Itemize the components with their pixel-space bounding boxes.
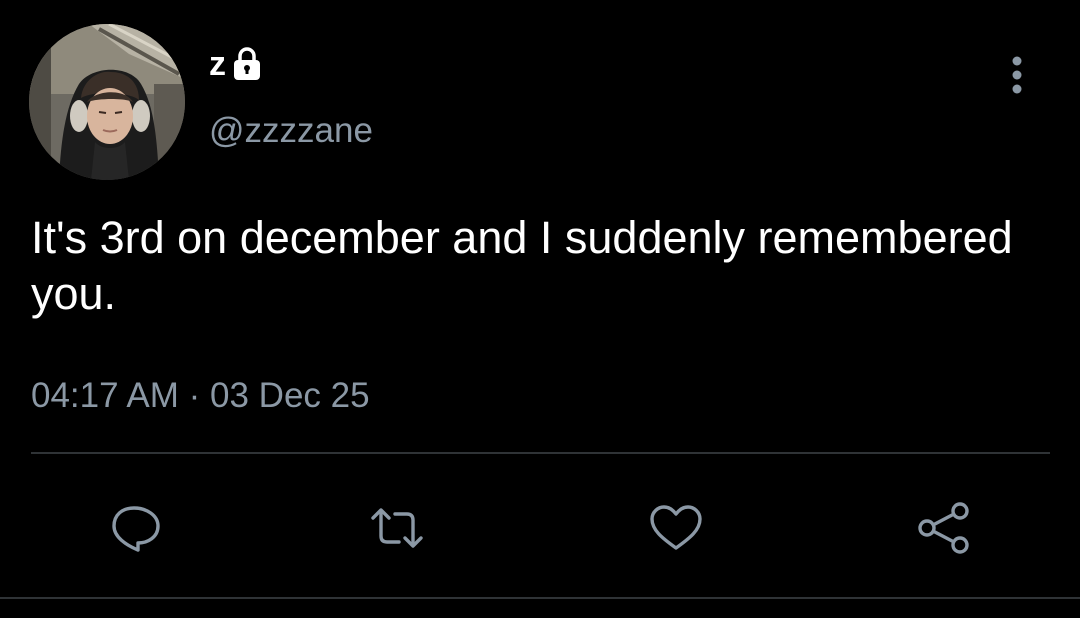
author-handle[interactable]: @zzzzane <box>209 110 373 152</box>
tweet-time: 04:17 AM <box>31 376 179 415</box>
share-button[interactable] <box>916 500 972 556</box>
reply-icon <box>112 506 160 552</box>
more-vertical-icon[interactable] <box>1002 52 1032 98</box>
like-button[interactable] <box>648 500 704 556</box>
tweet-timestamp: 04:17 AM · 03 Dec 25 <box>31 374 370 418</box>
tweet-detail: z @zzzzane It's 3rd on december and I su… <box>0 0 1080 618</box>
avatar-image <box>29 24 185 180</box>
author-name-row[interactable]: z <box>209 44 262 84</box>
display-name[interactable]: z <box>209 44 226 84</box>
avatar[interactable] <box>29 24 185 180</box>
retweet-icon <box>371 508 423 548</box>
share-icon <box>918 502 969 554</box>
meta-separator: · <box>188 376 201 415</box>
divider <box>31 452 1050 454</box>
heart-icon <box>650 505 702 550</box>
retweet-button[interactable] <box>369 500 425 556</box>
bottom-divider <box>0 597 1080 599</box>
reply-button[interactable] <box>108 500 164 556</box>
tweet-date: 03 Dec 25 <box>210 376 370 415</box>
tweet-text: It's 3rd on december and I suddenly reme… <box>31 212 1013 319</box>
lock-icon <box>232 44 262 84</box>
